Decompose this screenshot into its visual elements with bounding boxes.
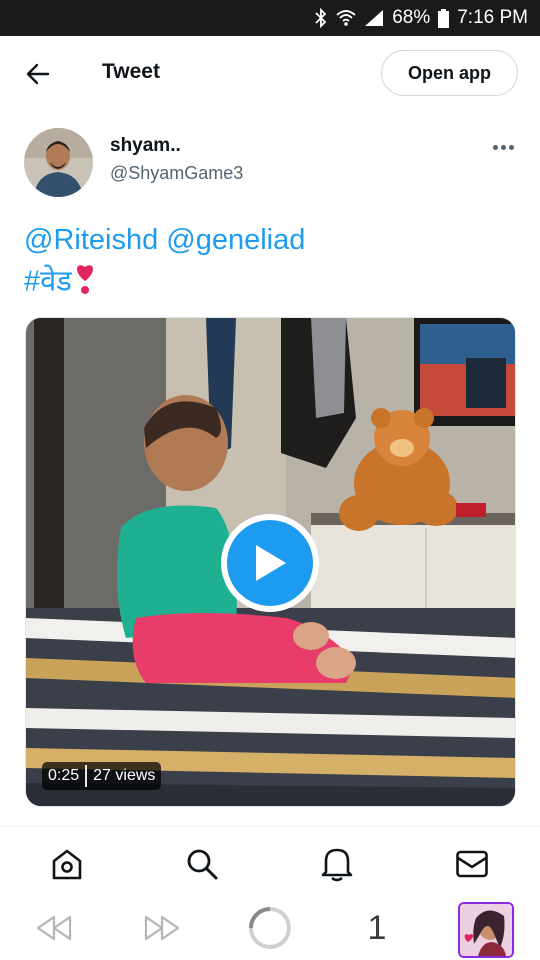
browser-forward-button[interactable] [140, 904, 184, 952]
top-header: Tweet Open app [0, 36, 540, 112]
heart-exclamation-icon [74, 259, 96, 307]
arrow-left-icon [26, 63, 50, 85]
bottom-nav [0, 836, 540, 892]
bell-icon [321, 848, 353, 882]
bluetooth-icon [315, 8, 327, 28]
tabs-button[interactable]: 1 [360, 904, 394, 952]
battery-percent: 68% [392, 7, 431, 28]
video-duration: 0:25 [48, 767, 80, 784]
loading-indicator [246, 904, 294, 952]
more-options-button[interactable] [488, 135, 518, 159]
mention-link[interactable]: @geneliad [166, 224, 305, 256]
play-icon [256, 545, 286, 581]
home-icon [52, 849, 82, 880]
back-button[interactable] [18, 56, 58, 92]
browser-bar: 1 [0, 896, 540, 960]
more-dots-icon [492, 144, 498, 150]
video-meta-badge: 0:25 27 views [42, 762, 162, 790]
video-player[interactable]: 0:25 27 views [25, 317, 516, 807]
search-icon [187, 849, 218, 880]
fast-forward-icon [144, 915, 180, 941]
browser-back-button[interactable] [32, 904, 76, 952]
tab-thumbnail[interactable] [458, 902, 514, 958]
open-app-button[interactable]: Open app [381, 50, 518, 96]
nav-messages[interactable] [452, 844, 492, 884]
signal-icon [365, 10, 384, 26]
battery-icon [438, 8, 450, 28]
avatar[interactable] [24, 128, 93, 197]
rewind-icon [36, 915, 72, 941]
wifi-icon [336, 10, 356, 26]
tweet-text: @Riteishd @geneliad #वेड [24, 221, 305, 307]
mention-link[interactable]: @Riteishd [24, 224, 158, 256]
status-bar: 68% 7:16 PM [0, 0, 540, 36]
meta-separator [85, 765, 88, 787]
clock: 7:16 PM [457, 7, 528, 28]
mail-icon [456, 850, 488, 878]
tab-count: 1 [367, 908, 387, 947]
nav-divider [0, 826, 540, 827]
page-title: Tweet [102, 60, 160, 83]
video-views: 27 views [93, 767, 156, 784]
nav-notifications[interactable] [317, 844, 357, 884]
hashtag-link[interactable]: #वेड [24, 266, 72, 298]
nav-search[interactable] [182, 844, 222, 884]
loading-spinner-icon [249, 907, 291, 949]
author-name[interactable]: shyam.. [110, 135, 181, 157]
play-button[interactable] [221, 514, 319, 612]
author-handle[interactable]: @ShyamGame3 [110, 163, 243, 184]
nav-home[interactable] [47, 844, 87, 884]
more-dot [500, 144, 506, 150]
more-dot [508, 144, 514, 150]
